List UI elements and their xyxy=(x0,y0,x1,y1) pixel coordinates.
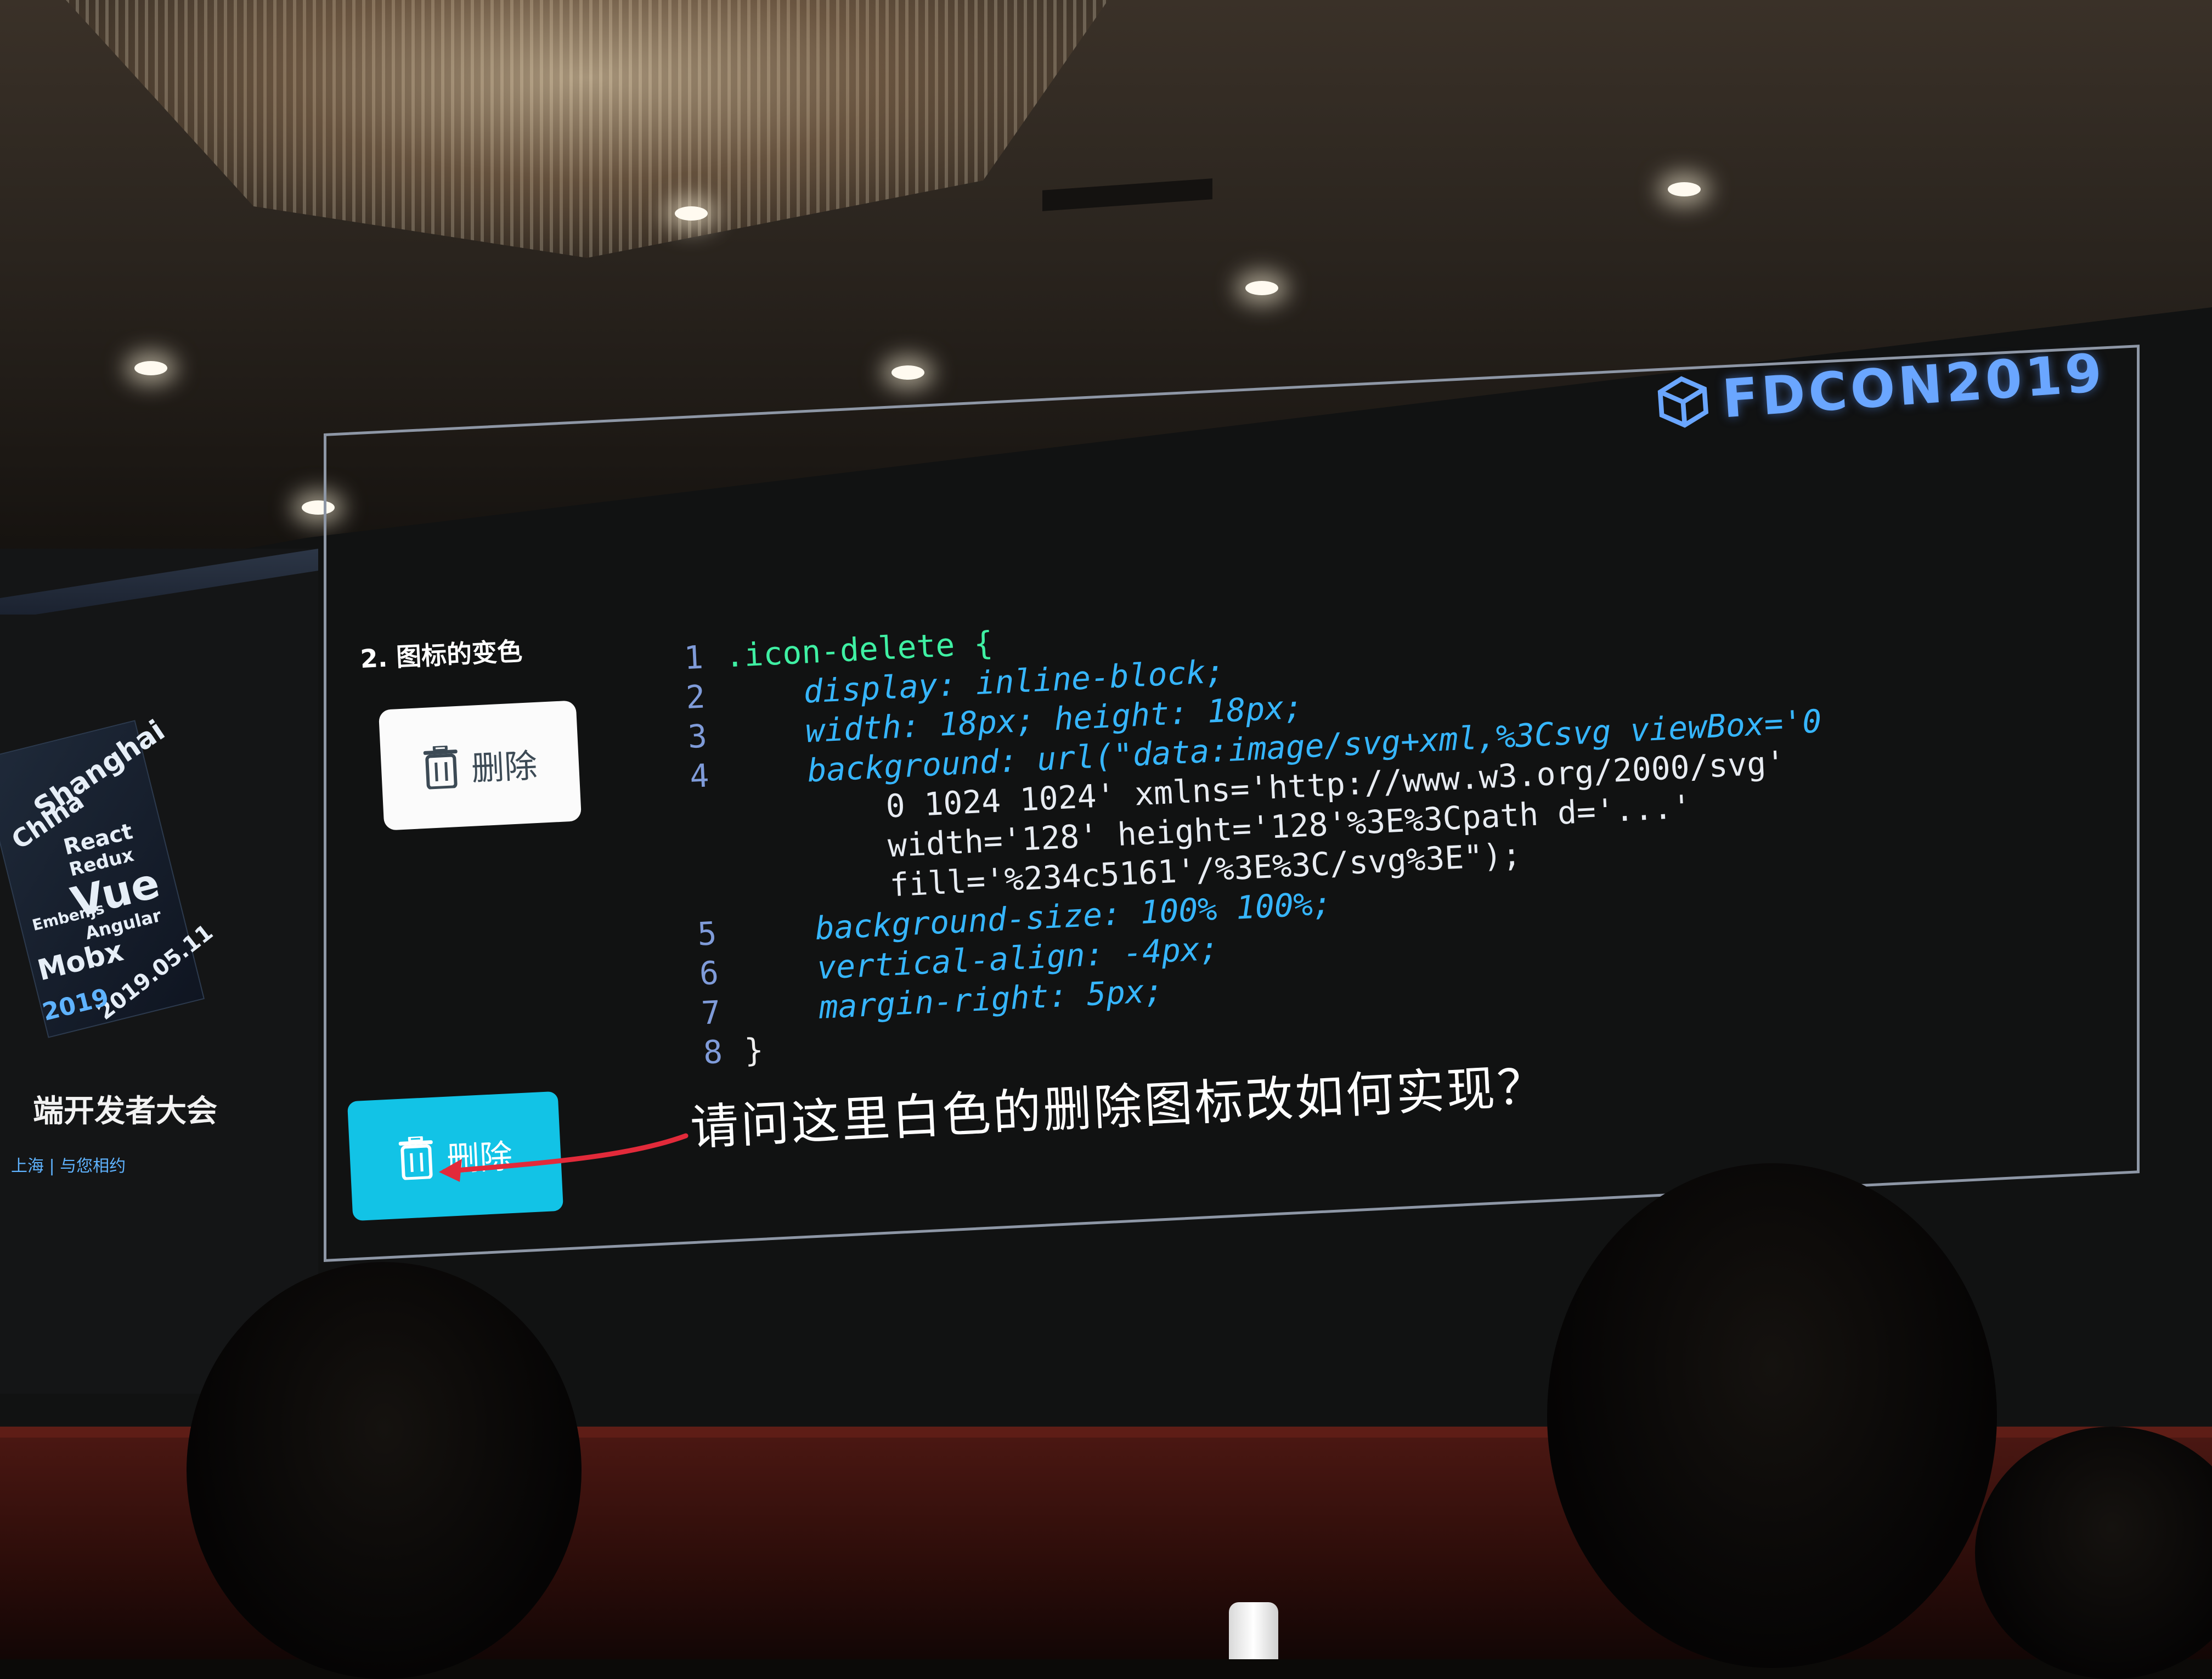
ceiling-light xyxy=(1245,281,1278,295)
ceiling-light xyxy=(675,206,708,221)
red-arrow-icon xyxy=(439,1133,689,1182)
cube-word: Mobx xyxy=(34,934,127,988)
line-number xyxy=(672,795,712,836)
water-bottle xyxy=(1229,1602,1278,1659)
line-number: 6 xyxy=(698,954,720,993)
code-block: 1 .icon-delete { 2 display: inline-block;… xyxy=(664,575,2000,1073)
line-number xyxy=(675,874,715,915)
line-number: 1 xyxy=(683,638,704,677)
cube-word: 2019 xyxy=(40,983,112,1027)
code-text: } xyxy=(743,1031,765,1069)
audience-head xyxy=(187,1262,582,1679)
line-number: 7 xyxy=(700,993,721,1032)
line-number: 8 xyxy=(702,1033,724,1072)
audience-head xyxy=(1547,1163,1997,1668)
line-number: 4 xyxy=(689,757,710,795)
line-number: 5 xyxy=(696,914,718,953)
side-screen-title: 端开发者大会 xyxy=(33,1094,217,1129)
line-number xyxy=(674,835,714,876)
line-number: 2 xyxy=(685,678,706,717)
ceiling-light xyxy=(891,365,924,380)
ceiling-light xyxy=(134,361,167,375)
trash-icon xyxy=(423,745,458,790)
delete-button-white[interactable]: 删除 xyxy=(378,700,582,831)
line-number: 3 xyxy=(687,717,708,756)
ceiling-light xyxy=(1668,182,1701,196)
delete-button-label: 删除 xyxy=(470,746,538,788)
side-screen-subtitle: 上海 | 与您相约 xyxy=(11,1157,126,1176)
